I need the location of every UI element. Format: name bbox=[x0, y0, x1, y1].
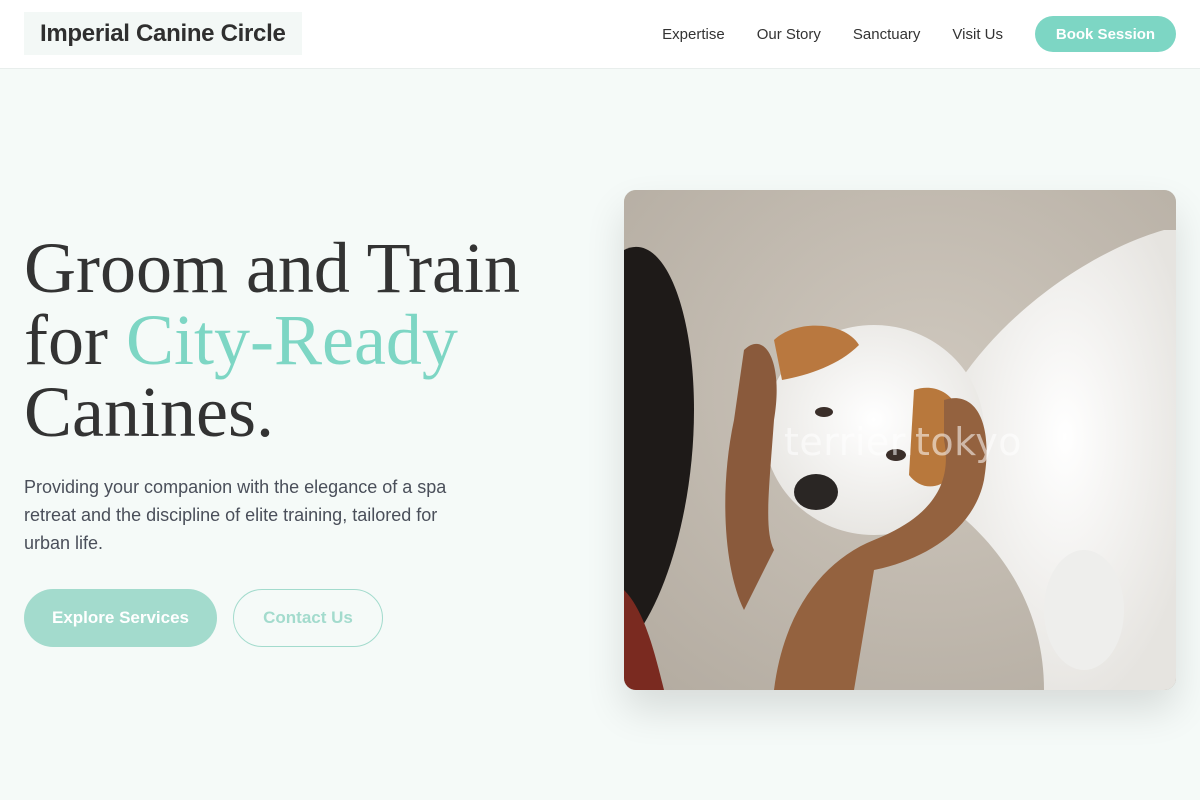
hero-description: Providing your companion with the elegan… bbox=[24, 477, 447, 553]
explore-services-button[interactable]: Explore Services bbox=[24, 589, 217, 647]
hero-title-line1: Groom and Train bbox=[24, 228, 521, 308]
book-session-button[interactable]: Book Session bbox=[1035, 16, 1176, 52]
hero-title-for: for bbox=[24, 300, 126, 380]
nav-link-our-story[interactable]: Our Story bbox=[757, 26, 821, 43]
hero-title: Groom and Train for City-Ready Canines. bbox=[24, 232, 584, 448]
brand-logo[interactable]: Imperial Canine Circle bbox=[24, 12, 302, 55]
hero-title-line3: Canines. bbox=[24, 372, 274, 452]
nav-link-sanctuary[interactable]: Sanctuary bbox=[853, 26, 921, 43]
contact-us-button[interactable]: Contact Us bbox=[233, 589, 383, 647]
hero-title-accent: City-Ready bbox=[125, 300, 458, 380]
site-header: Imperial Canine Circle Expertise Our Sto… bbox=[0, 0, 1200, 69]
nav-link-expertise[interactable]: Expertise bbox=[662, 26, 725, 43]
hero-dog-photo: terrier.tokyo bbox=[624, 190, 1176, 690]
image-watermark: terrier.tokyo bbox=[784, 420, 1023, 464]
main-nav: Expertise Our Story Sanctuary Visit Us B… bbox=[662, 0, 1176, 68]
nav-link-visit-us[interactable]: Visit Us bbox=[952, 26, 1003, 43]
